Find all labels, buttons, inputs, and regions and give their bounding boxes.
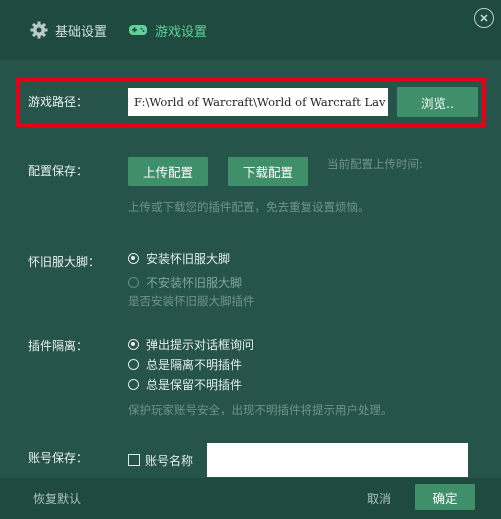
tab-basic-label: 基础设置 [55, 24, 108, 40]
radio-always-isolate[interactable]: 总是隔离不明插件 [128, 356, 242, 372]
classic-script-description: 是否安装怀旧服大脚插件 [128, 294, 255, 308]
radio-install-classic[interactable]: 安装怀旧服大脚 [128, 250, 230, 266]
radio-label: 总是保留不明插件 [146, 377, 243, 392]
checkbox-indicator [128, 454, 140, 466]
account-name-checkbox[interactable]: 账号名称 [128, 452, 193, 468]
last-upload-time: 当前配置上传时间: [327, 157, 423, 171]
radio-label: 总是隔离不明插件 [146, 357, 243, 372]
config-save-label: 配置保存： [28, 164, 89, 178]
addon-isolation-description: 保护玩家账号安全，出现不明插件将提示用户处理。 [128, 403, 393, 417]
radio-label: 不安装怀旧服大脚 [146, 275, 243, 290]
tab-basic-settings[interactable]: 基础设置 [30, 18, 107, 42]
gamepad-icon [129, 25, 147, 35]
restore-defaults-button[interactable]: 恢复默认 [33, 490, 81, 507]
close-button[interactable] [474, 8, 494, 28]
close-icon [480, 14, 488, 22]
cancel-button[interactable]: 取消 [367, 490, 391, 507]
addon-isolation-label: 插件隔离： [28, 339, 89, 353]
game-path-input[interactable]: F:\World of Warcraft\World of Warcraft L… [128, 88, 388, 116]
gear-icon [30, 21, 48, 39]
download-config-button[interactable]: 下载配置 [228, 157, 308, 186]
tab-game-settings[interactable]: 游戏设置 [128, 18, 207, 42]
account-name-input[interactable] [207, 443, 468, 477]
radio-prompt-dialog[interactable]: 弹出提示对话框询问 [128, 336, 254, 352]
radio-no-install-classic[interactable]: 不安装怀旧服大脚 [128, 274, 242, 290]
radio-label: 安装怀旧服大脚 [146, 251, 231, 266]
browse-button[interactable]: 浏览.. [397, 87, 478, 117]
checkbox-label: 账号名称 [145, 453, 194, 468]
radio-always-keep[interactable]: 总是保留不明插件 [128, 376, 242, 392]
classic-script-label: 怀旧服大脚： [28, 255, 101, 269]
radio-indicator [128, 338, 139, 350]
radio-indicator [128, 276, 139, 288]
account-save-label: 账号保存： [28, 451, 89, 465]
upload-config-button[interactable]: 上传配置 [128, 157, 208, 186]
ok-button[interactable]: 确定 [415, 484, 475, 510]
tab-game-label: 游戏设置 [155, 24, 208, 40]
config-save-description: 上传或下载您的插件配置，免去重复设置烦恼。 [128, 200, 370, 214]
radio-label: 弹出提示对话框询问 [146, 337, 255, 352]
radio-indicator [128, 358, 139, 370]
game-path-label: 游戏路径： [28, 95, 89, 109]
radio-indicator [128, 378, 139, 390]
radio-indicator [128, 252, 139, 264]
